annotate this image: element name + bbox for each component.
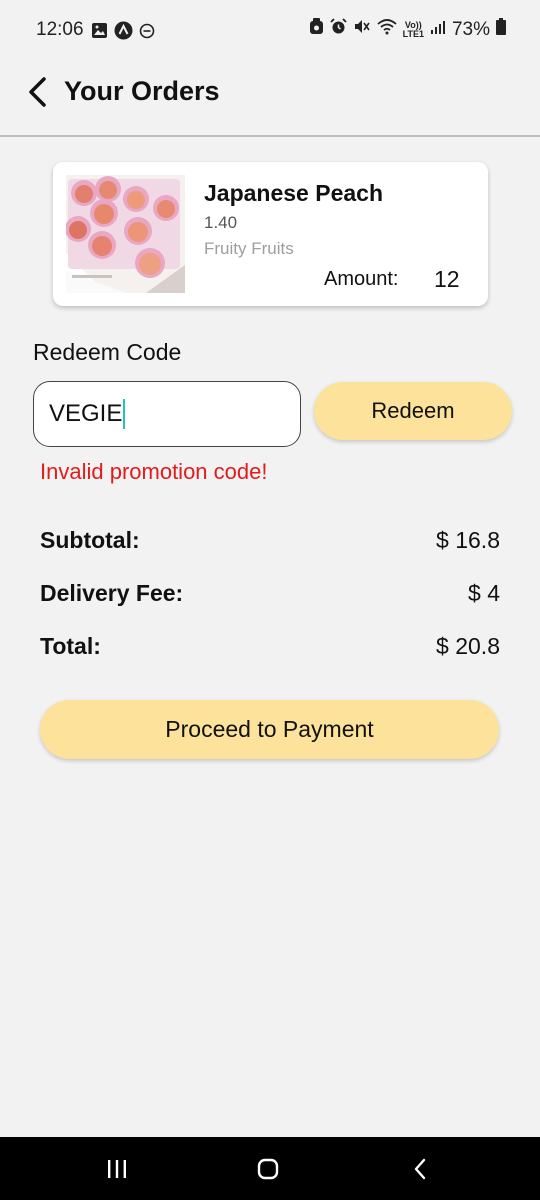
redeem-button[interactable]: Redeem bbox=[314, 382, 512, 440]
network-bottom-label: LTE1 bbox=[402, 28, 424, 39]
status-right-icons: Vo)) LTE1 73% bbox=[309, 18, 506, 41]
text-caret bbox=[123, 399, 126, 429]
promo-code-value: VEGIE bbox=[49, 400, 123, 427]
amount-value: 12 bbox=[434, 266, 460, 292]
total-value: $ 20.8 bbox=[436, 633, 500, 659]
subtotal-label: Subtotal: bbox=[40, 527, 140, 553]
minus-circle-icon bbox=[139, 23, 155, 44]
promo-code-input[interactable]: VEGIE bbox=[33, 381, 301, 447]
amount-label: Amount: bbox=[324, 268, 399, 290]
chevron-left-icon bbox=[29, 77, 46, 107]
status-left-icons bbox=[91, 21, 155, 45]
total-label: Total: bbox=[40, 633, 101, 659]
notification-icon bbox=[309, 18, 324, 41]
product-name: Japanese Peach bbox=[204, 180, 384, 206]
battery-icon bbox=[496, 18, 506, 41]
product-price: 1.40 bbox=[204, 213, 238, 232]
app-header: Your Orders bbox=[0, 60, 540, 137]
system-back-button[interactable] bbox=[400, 1151, 440, 1187]
product-image bbox=[66, 175, 185, 293]
subtotal-value: $ 16.8 bbox=[436, 527, 500, 553]
volte-icon: Vo)) LTE1 bbox=[402, 20, 424, 39]
home-button[interactable] bbox=[248, 1151, 288, 1187]
status-bar: 12:06 Vo)) LTE1 73% bbox=[0, 0, 540, 60]
promo-error-message: Invalid promotion code! bbox=[40, 459, 268, 484]
battery-percent: 73% bbox=[451, 18, 490, 40]
delivery-fee-label: Delivery Fee: bbox=[40, 580, 184, 606]
product-shop: Fruity Fruits bbox=[204, 239, 294, 258]
proceed-to-payment-button[interactable]: Proceed to Payment bbox=[40, 700, 499, 759]
wifi-icon bbox=[377, 18, 397, 41]
app-icon bbox=[114, 21, 133, 45]
system-nav-bar bbox=[0, 1137, 540, 1200]
image-icon bbox=[91, 22, 108, 44]
redeem-heading: Redeem Code bbox=[33, 339, 182, 365]
signal-icon bbox=[430, 19, 446, 41]
status-time: 12:06 bbox=[36, 19, 84, 40]
back-button[interactable] bbox=[18, 72, 58, 112]
page-title: Your Orders bbox=[64, 76, 220, 106]
alarm-icon bbox=[329, 18, 347, 41]
back-icon bbox=[414, 1158, 426, 1180]
delivery-fee-value: $ 4 bbox=[468, 580, 500, 606]
mute-icon bbox=[353, 18, 371, 41]
home-icon bbox=[257, 1158, 279, 1180]
order-card[interactable]: Japanese Peach 1.40 Fruity Fruits Amount… bbox=[53, 162, 488, 306]
recent-apps-button[interactable] bbox=[97, 1151, 137, 1187]
recent-apps-icon bbox=[108, 1160, 126, 1178]
